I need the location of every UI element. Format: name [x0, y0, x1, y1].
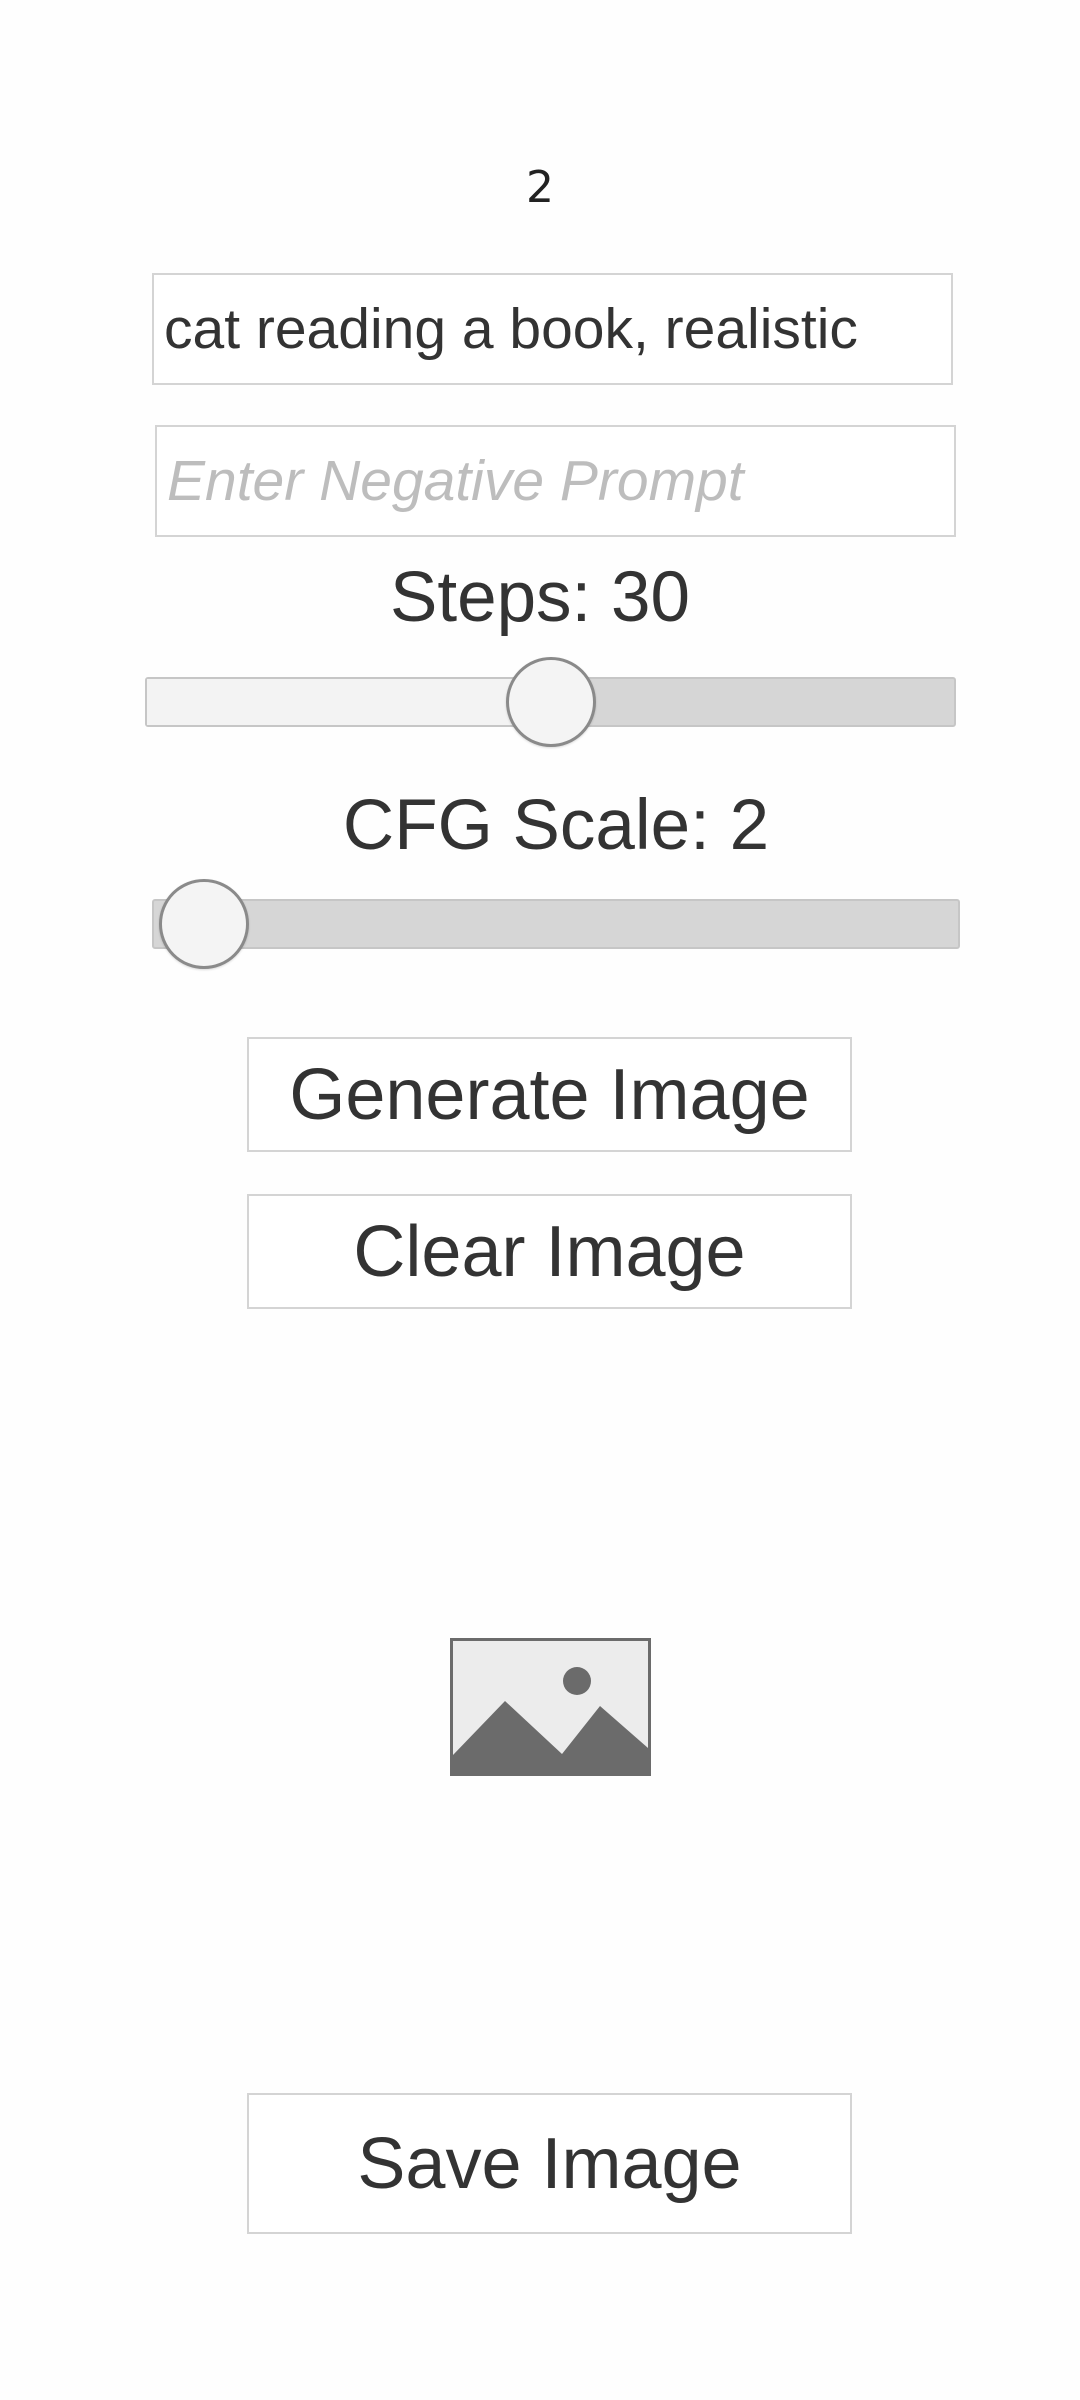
clear-image-button[interactable]: Clear Image [247, 1194, 852, 1309]
image-placeholder-icon [450, 1638, 651, 1776]
steps-slider[interactable] [145, 657, 956, 747]
counter-text: 2 [526, 162, 554, 213]
steps-label: Steps: 30 [390, 558, 690, 637]
generate-image-button[interactable]: Generate Image [247, 1037, 852, 1152]
save-image-button[interactable]: Save Image [247, 2093, 852, 2234]
cfg-scale-slider-thumb[interactable] [159, 879, 249, 969]
negative-prompt-input[interactable] [155, 425, 956, 537]
prompt-input[interactable] [152, 273, 953, 385]
cfg-scale-slider[interactable] [152, 879, 960, 969]
steps-slider-thumb[interactable] [505, 657, 596, 747]
steps-slider-fill [147, 679, 551, 725]
cfg-scale-label: CFG Scale: 2 [342, 786, 770, 865]
